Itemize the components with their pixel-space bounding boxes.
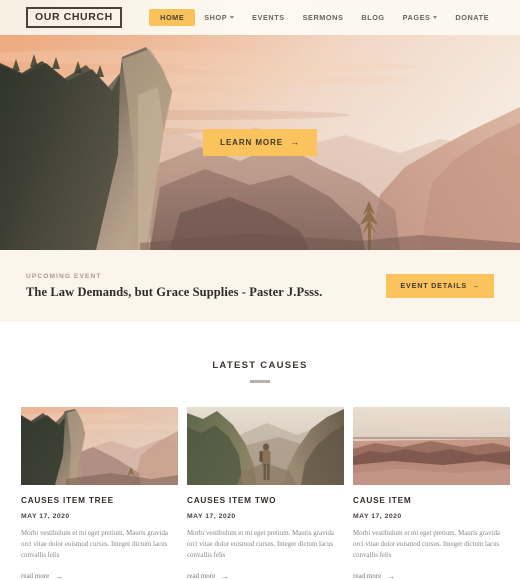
chevron-down-icon	[230, 16, 235, 20]
nav-item-blog[interactable]: BLOG	[352, 9, 393, 26]
church-homepage: OUR CHURCH HOME SHOP EVENTS SERMONS BLOG…	[0, 0, 520, 580]
nav-item-label: HOME	[160, 12, 185, 22]
event-title: The Law Demands, but Grace Supplies - Pa…	[26, 284, 323, 299]
arrow-right-icon: →	[387, 571, 396, 580]
learn-more-label: LEARN MORE	[220, 137, 283, 147]
nav-item-home[interactable]: HOME	[149, 8, 196, 27]
nav-item-sermons[interactable]: SERMONS	[294, 9, 353, 26]
cause-card-title: CAUSES ITEM TWO	[187, 495, 277, 505]
cause-card-excerpt: Morbi vestibulum et mi eget pretium. Mau…	[353, 529, 500, 560]
nav-item-label: PAGES	[402, 12, 431, 22]
cause-card-title: CAUSES ITEM TREE	[21, 495, 114, 505]
read-more-label: read more	[353, 572, 382, 580]
nav-item-pages[interactable]: PAGES	[394, 9, 447, 26]
event-details-label: EVENT DETAILS	[400, 281, 467, 291]
cause-card-image[interactable]	[21, 406, 178, 485]
causes-card-grid: CAUSES ITEM TREE MAY 17, 2020 Morbi vest…	[0, 406, 520, 580]
cause-card[interactable]: CAUSES ITEM TWO MAY 17, 2020 Morbi vesti…	[187, 406, 344, 580]
cause-card-date: MAY 17, 2020	[187, 512, 236, 520]
nav-item-label: DONATE	[455, 12, 489, 22]
hiker-with-backpack-in-valley-photo	[187, 406, 344, 485]
hero-cta-container: LEARN MORE →	[0, 35, 520, 250]
nav-item-donate[interactable]: DONATE	[446, 9, 498, 26]
nav-item-label: EVENTS	[252, 12, 285, 22]
main-navigation: HOME SHOP EVENTS SERMONS BLOG PAGES DONA…	[149, 8, 506, 27]
section-header: LATEST CAUSES	[0, 360, 520, 383]
section-title: LATEST CAUSES	[212, 360, 308, 371]
nav-item-label: BLOG	[361, 12, 385, 22]
cause-card-excerpt: Morbi vestibulum et mi eget pretium. Mau…	[21, 529, 168, 560]
cause-card-image[interactable]	[353, 406, 510, 485]
nav-item-label: SERMONS	[302, 12, 344, 22]
arrow-right-icon: →	[55, 571, 64, 580]
nav-item-shop[interactable]: SHOP	[195, 9, 243, 26]
nav-item-label: SHOP	[204, 12, 228, 22]
cause-card-excerpt: Morbi vestibulum et mi eget pretium. Mau…	[187, 529, 334, 560]
read-more-label: read more	[21, 572, 50, 580]
read-more-link[interactable]: read more →	[353, 572, 395, 580]
upcoming-event-bar: UPCOMING EVENT The Law Demands, but Grac…	[0, 250, 520, 322]
arrow-right-icon: →	[472, 281, 480, 291]
cause-card-date: MAY 17, 2020	[353, 512, 402, 520]
mountain-canyon-sunset-photo	[21, 406, 178, 485]
event-text-block: UPCOMING EVENT The Law Demands, but Grac…	[26, 273, 322, 300]
site-logo[interactable]: OUR CHURCH	[26, 7, 122, 28]
site-header: OUR CHURCH HOME SHOP EVENTS SERMONS BLOG…	[0, 0, 520, 35]
desert-dunes-at-dusk-photo	[353, 406, 510, 485]
hero-banner: LEARN MORE →	[0, 35, 520, 250]
chevron-down-icon	[433, 16, 438, 20]
nav-item-events[interactable]: EVENTS	[243, 9, 294, 26]
event-kicker: UPCOMING EVENT	[26, 272, 102, 280]
cause-card[interactable]: CAUSE ITEM MAY 17, 2020 Morbi vestibulum…	[353, 406, 510, 580]
read-more-link[interactable]: read more →	[187, 572, 229, 580]
latest-causes-section: LATEST CAUSES CAUSES ITEM TREE MAY 17, 2…	[0, 322, 520, 580]
cause-card[interactable]: CAUSES ITEM TREE MAY 17, 2020 Morbi vest…	[21, 406, 178, 580]
arrow-right-icon: →	[221, 571, 230, 580]
read-more-label: read more	[187, 572, 216, 580]
cause-card-title: CAUSE ITEM	[353, 495, 412, 505]
cause-card-image[interactable]	[187, 406, 344, 485]
site-logo-text: OUR CHURCH	[35, 11, 113, 24]
section-divider	[250, 380, 270, 383]
event-details-button[interactable]: EVENT DETAILS →	[386, 274, 494, 298]
arrow-right-icon: →	[289, 137, 300, 147]
cause-card-date: MAY 17, 2020	[21, 512, 70, 520]
read-more-link[interactable]: read more →	[21, 572, 63, 580]
learn-more-button[interactable]: LEARN MORE →	[203, 129, 317, 156]
